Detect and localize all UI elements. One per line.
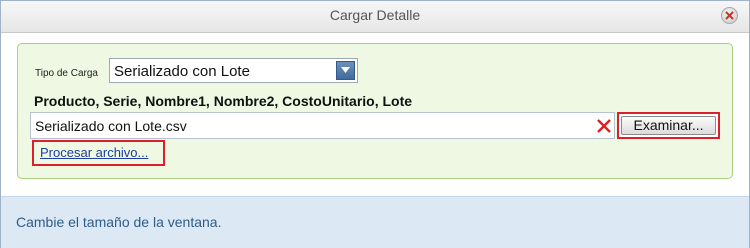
dialog-title: Cargar Detalle: [329, 7, 421, 23]
clear-x-icon: [597, 119, 611, 133]
tipo-carga-label: Tipo de Carga: [35, 68, 98, 79]
close-button[interactable]: [721, 7, 738, 24]
dropdown-arrow-button[interactable]: [336, 61, 355, 80]
process-link-highlight: Procesar archivo...: [32, 140, 165, 166]
process-file-link[interactable]: Procesar archivo...: [40, 145, 148, 160]
upload-group: Tipo de Carga Serializado con Lote Produ…: [17, 43, 733, 179]
status-footer: Cambie el tamaño de la ventana.: [1, 196, 749, 248]
dialog-window: Cargar Detalle Tipo de Carga Serializado…: [0, 0, 750, 248]
tipo-carga-select[interactable]: Serializado con Lote: [109, 58, 358, 83]
file-path-field[interactable]: Serializado con Lote.csv: [30, 112, 615, 139]
close-icon: [725, 11, 734, 20]
tipo-carga-value: Serializado con Lote: [114, 63, 250, 80]
chevron-down-icon: [341, 67, 350, 73]
browse-button[interactable]: Examinar...: [621, 116, 716, 135]
file-name-value: Serializado con Lote.csv: [35, 118, 187, 134]
footer-message: Cambie el tamaño de la ventana.: [16, 214, 222, 230]
clear-file-button[interactable]: [596, 118, 612, 134]
browse-button-highlight: Examinar...: [617, 112, 720, 139]
title-bar[interactable]: Cargar Detalle: [1, 1, 749, 33]
columns-description: Producto, Serie, Nombre1, Nombre2, Costo…: [34, 93, 413, 109]
